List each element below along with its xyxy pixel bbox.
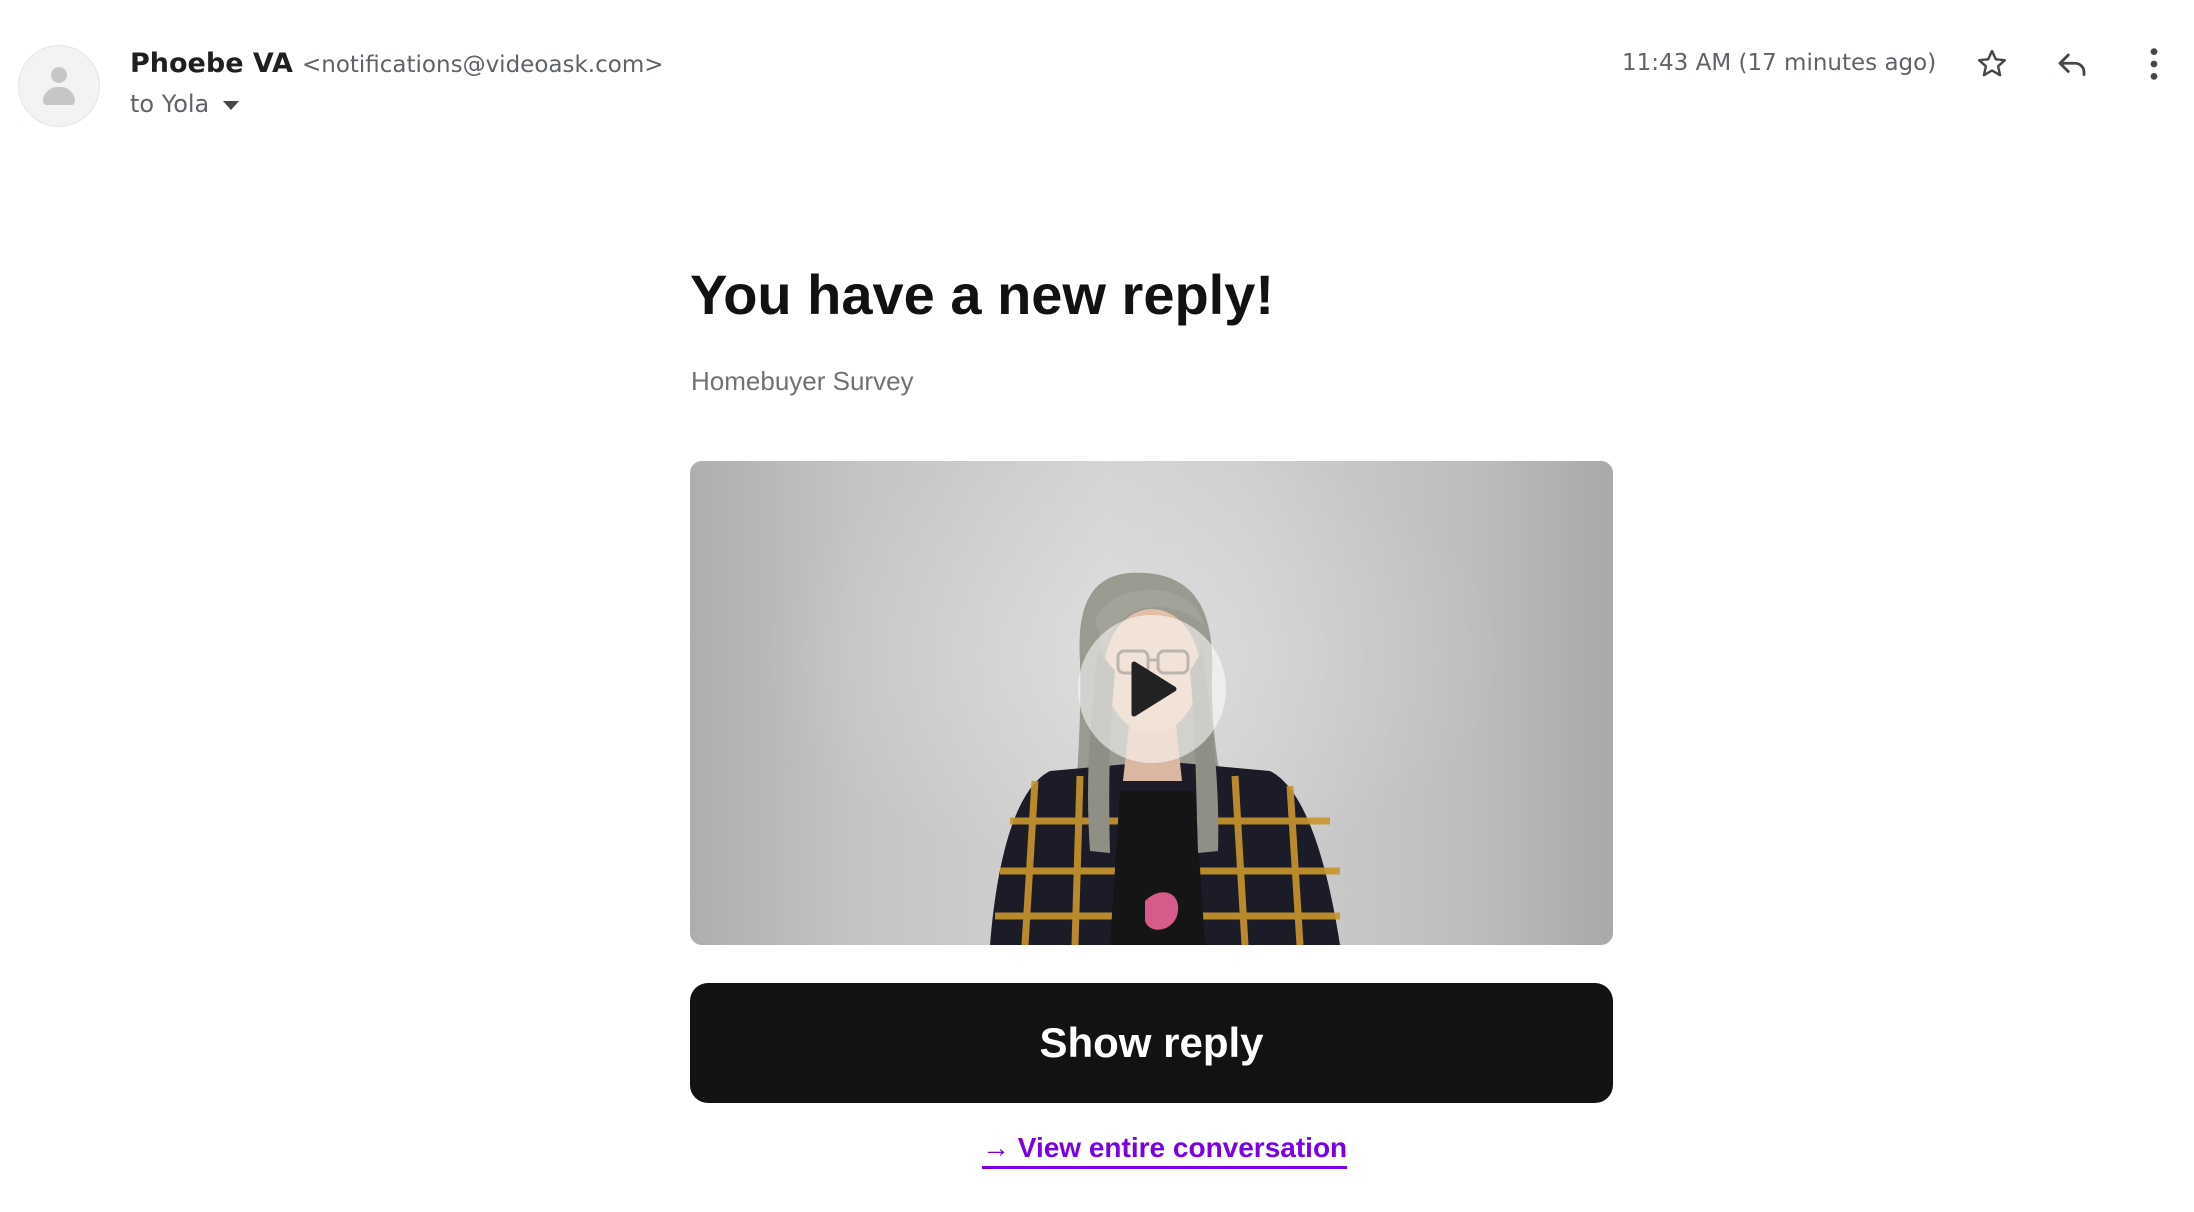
- recipient-line: to Yola: [130, 90, 240, 118]
- message-headline: You have a new reply!: [690, 263, 1275, 326]
- survey-name: Homebuyer Survey: [691, 366, 914, 396]
- email-header: Phoebe VA <notifications@videoask.com> t…: [0, 0, 2194, 140]
- sender-line: Phoebe VA <notifications@videoask.com>: [130, 48, 664, 79]
- view-entire-conversation-link[interactable]: → View entire conversation: [982, 1132, 1348, 1169]
- video-thumbnail[interactable]: [690, 461, 1613, 945]
- reply-icon[interactable]: [2048, 40, 2096, 88]
- caret-down-icon[interactable]: [223, 101, 240, 110]
- sender-avatar[interactable]: [18, 45, 100, 127]
- play-icon: [1131, 661, 1177, 717]
- show-reply-button[interactable]: Show reply: [690, 983, 1613, 1103]
- more-options-icon[interactable]: [2130, 40, 2178, 88]
- email-timestamp: 11:43 AM (17 minutes ago): [1622, 50, 1937, 76]
- recipient-label: to Yola: [130, 90, 210, 118]
- play-button[interactable]: [1078, 615, 1226, 763]
- avatar-body-shape: [43, 87, 75, 105]
- sender-name[interactable]: Phoebe VA: [130, 48, 293, 79]
- star-icon[interactable]: [1968, 40, 2016, 88]
- sender-email: <notifications@videoask.com>: [301, 52, 664, 78]
- avatar-head-shape: [51, 67, 67, 83]
